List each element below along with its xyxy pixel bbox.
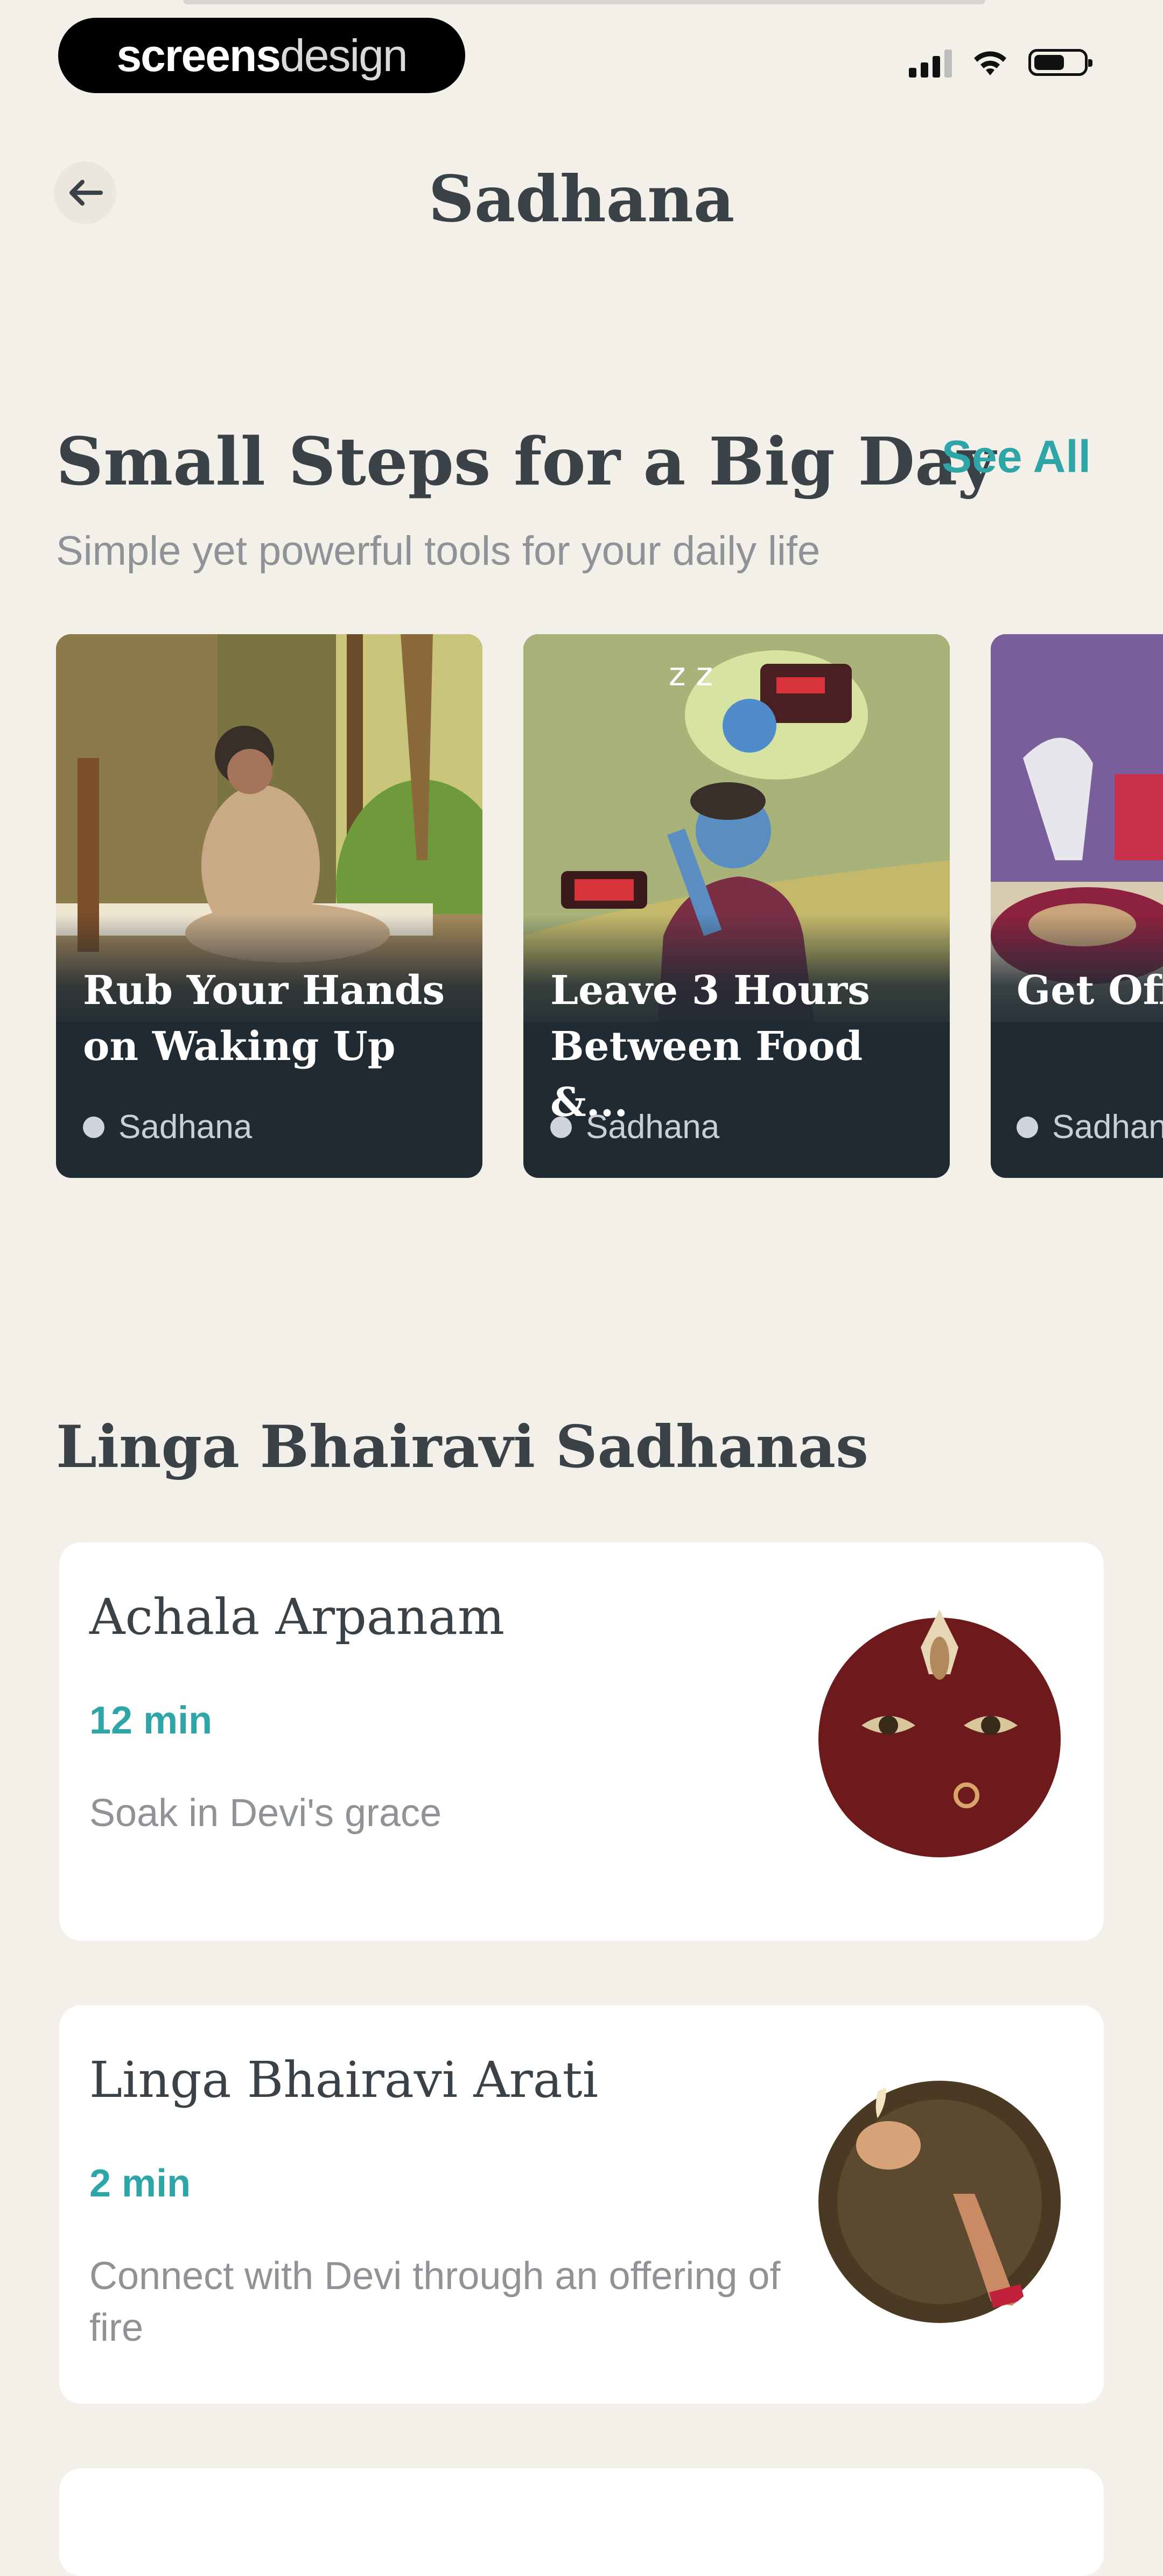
card-meta: Sadhan [1017,1108,1163,1146]
sadhana-name: Linga Bhairavi Arati [89,2051,599,2109]
section-title-linga-bhairavi: Linga Bhairavi Sadhanas [56,1413,868,1481]
sadhana-description: Connect with Devi through an offering of… [89,2255,781,2349]
sadhana-duration: 2 min [89,2162,191,2205]
section-title-small-steps: Small Steps for a Big Day [56,423,996,500]
see-all-link[interactable]: See All [942,431,1091,483]
card-title: Get Off [1017,967,1163,1014]
svg-text:z z: z z [669,656,713,693]
sadhana-list-item[interactable]: Linga Bhairavi Arati 2 min Connect with … [59,2005,1104,2404]
brand-light: design [280,30,408,81]
card-tag: Sadhan [1052,1108,1163,1146]
sadhana-description: Soak in Devi's grace [89,1792,442,1835]
step-card[interactable]: Get Off Sadhan [991,634,1163,1178]
step-card[interactable]: Rub Your Hands on Waking Up Sadhana [56,634,482,1178]
sadhana-tag-icon [1017,1116,1038,1138]
status-bar-top-line [183,0,985,4]
sadhana-list-item[interactable] [59,2468,1104,2576]
sadhana-tag-icon [83,1116,104,1138]
brand-watermark: screens design [58,18,465,93]
sadhana-duration: 12 min [89,1699,213,1742]
devi-face-thumbnail [818,1610,1061,1857]
card-title: Leave 3 Hours Between Food &... [550,967,870,1126]
step-card[interactable]: z z Leave 3 Hours Between Food &... Sadh… [523,634,950,1178]
section-subtitle-small-steps: Simple yet powerful tools for your daily… [56,528,821,574]
status-icons [909,47,1092,78]
wifi-icon [974,51,1006,75]
page-title: Sadhana [428,162,735,236]
card-meta: Sadhana [550,1108,719,1146]
signal-icon [909,47,952,78]
sadhana-list-item[interactable]: Achala Arpanam 12 min Soak in Devi's gra… [59,1542,1104,1941]
battery-icon [1028,49,1092,76]
sadhana-name: Achala Arpanam [89,1588,505,1646]
card-title: Rub Your Hands on Waking Up [83,967,445,1070]
brand-bold: screens [116,30,281,81]
card-tag: Sadhana [118,1108,253,1146]
card-tag: Sadhana [586,1108,720,1146]
sadhana-tag-icon [550,1116,572,1138]
card-meta: Sadhana [83,1108,252,1146]
arati-fire-thumbnail [818,2075,1061,2323]
